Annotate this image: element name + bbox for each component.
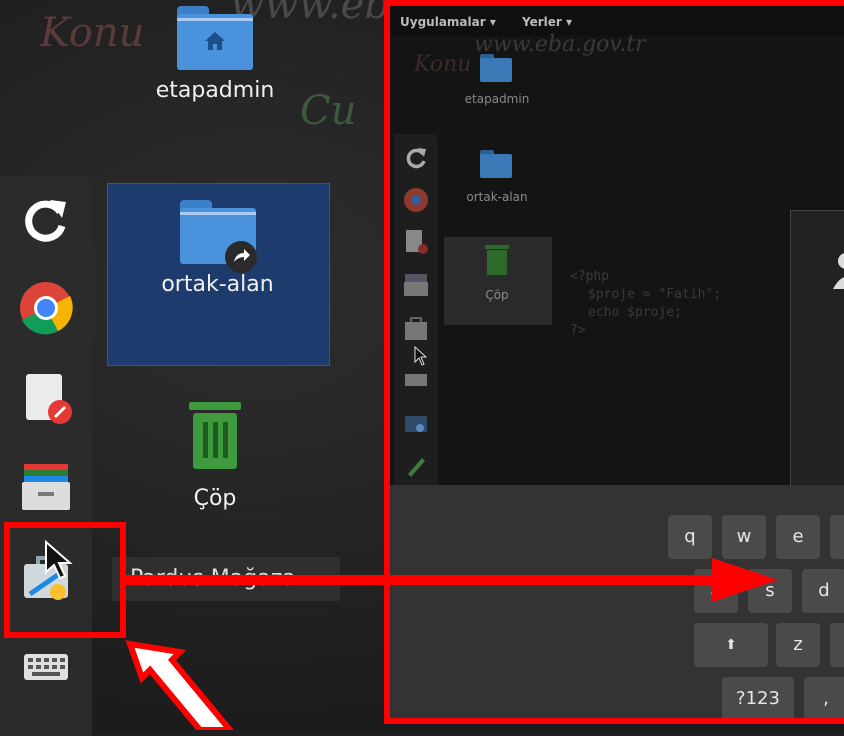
refresh-icon[interactable]: [18, 192, 74, 248]
white-arrow-icon: [125, 640, 234, 730]
shared-folder-icon: [179, 200, 257, 273]
chalk-text-cu: Cu: [300, 88, 357, 134]
left-dock: [0, 176, 92, 736]
desktop-icon-label: etapadmin: [155, 78, 275, 103]
home-folder-icon: [177, 6, 253, 70]
desktop-icon-ortak-alan[interactable]: ortak-alan: [150, 200, 285, 297]
red-arrow-icon: [120, 558, 778, 602]
desktop-icon-label: Çöp: [193, 486, 237, 511]
keyboard-icon[interactable]: [18, 640, 74, 696]
chrome-icon[interactable]: [18, 280, 74, 336]
trash-icon: [189, 402, 241, 469]
desktop-icon-trash[interactable]: Çöp: [160, 400, 270, 511]
file-manager-icon[interactable]: [18, 458, 74, 514]
text-editor-icon[interactable]: [18, 370, 74, 426]
dock-highlight-frame: [4, 522, 126, 638]
zoom-highlight-frame: [384, 0, 844, 724]
desktop-icon-etapadmin[interactable]: etapadmin: [150, 6, 280, 103]
desktop-icon-label: ortak-alan: [161, 272, 274, 297]
chalk-text-konu: Konu: [40, 10, 145, 56]
